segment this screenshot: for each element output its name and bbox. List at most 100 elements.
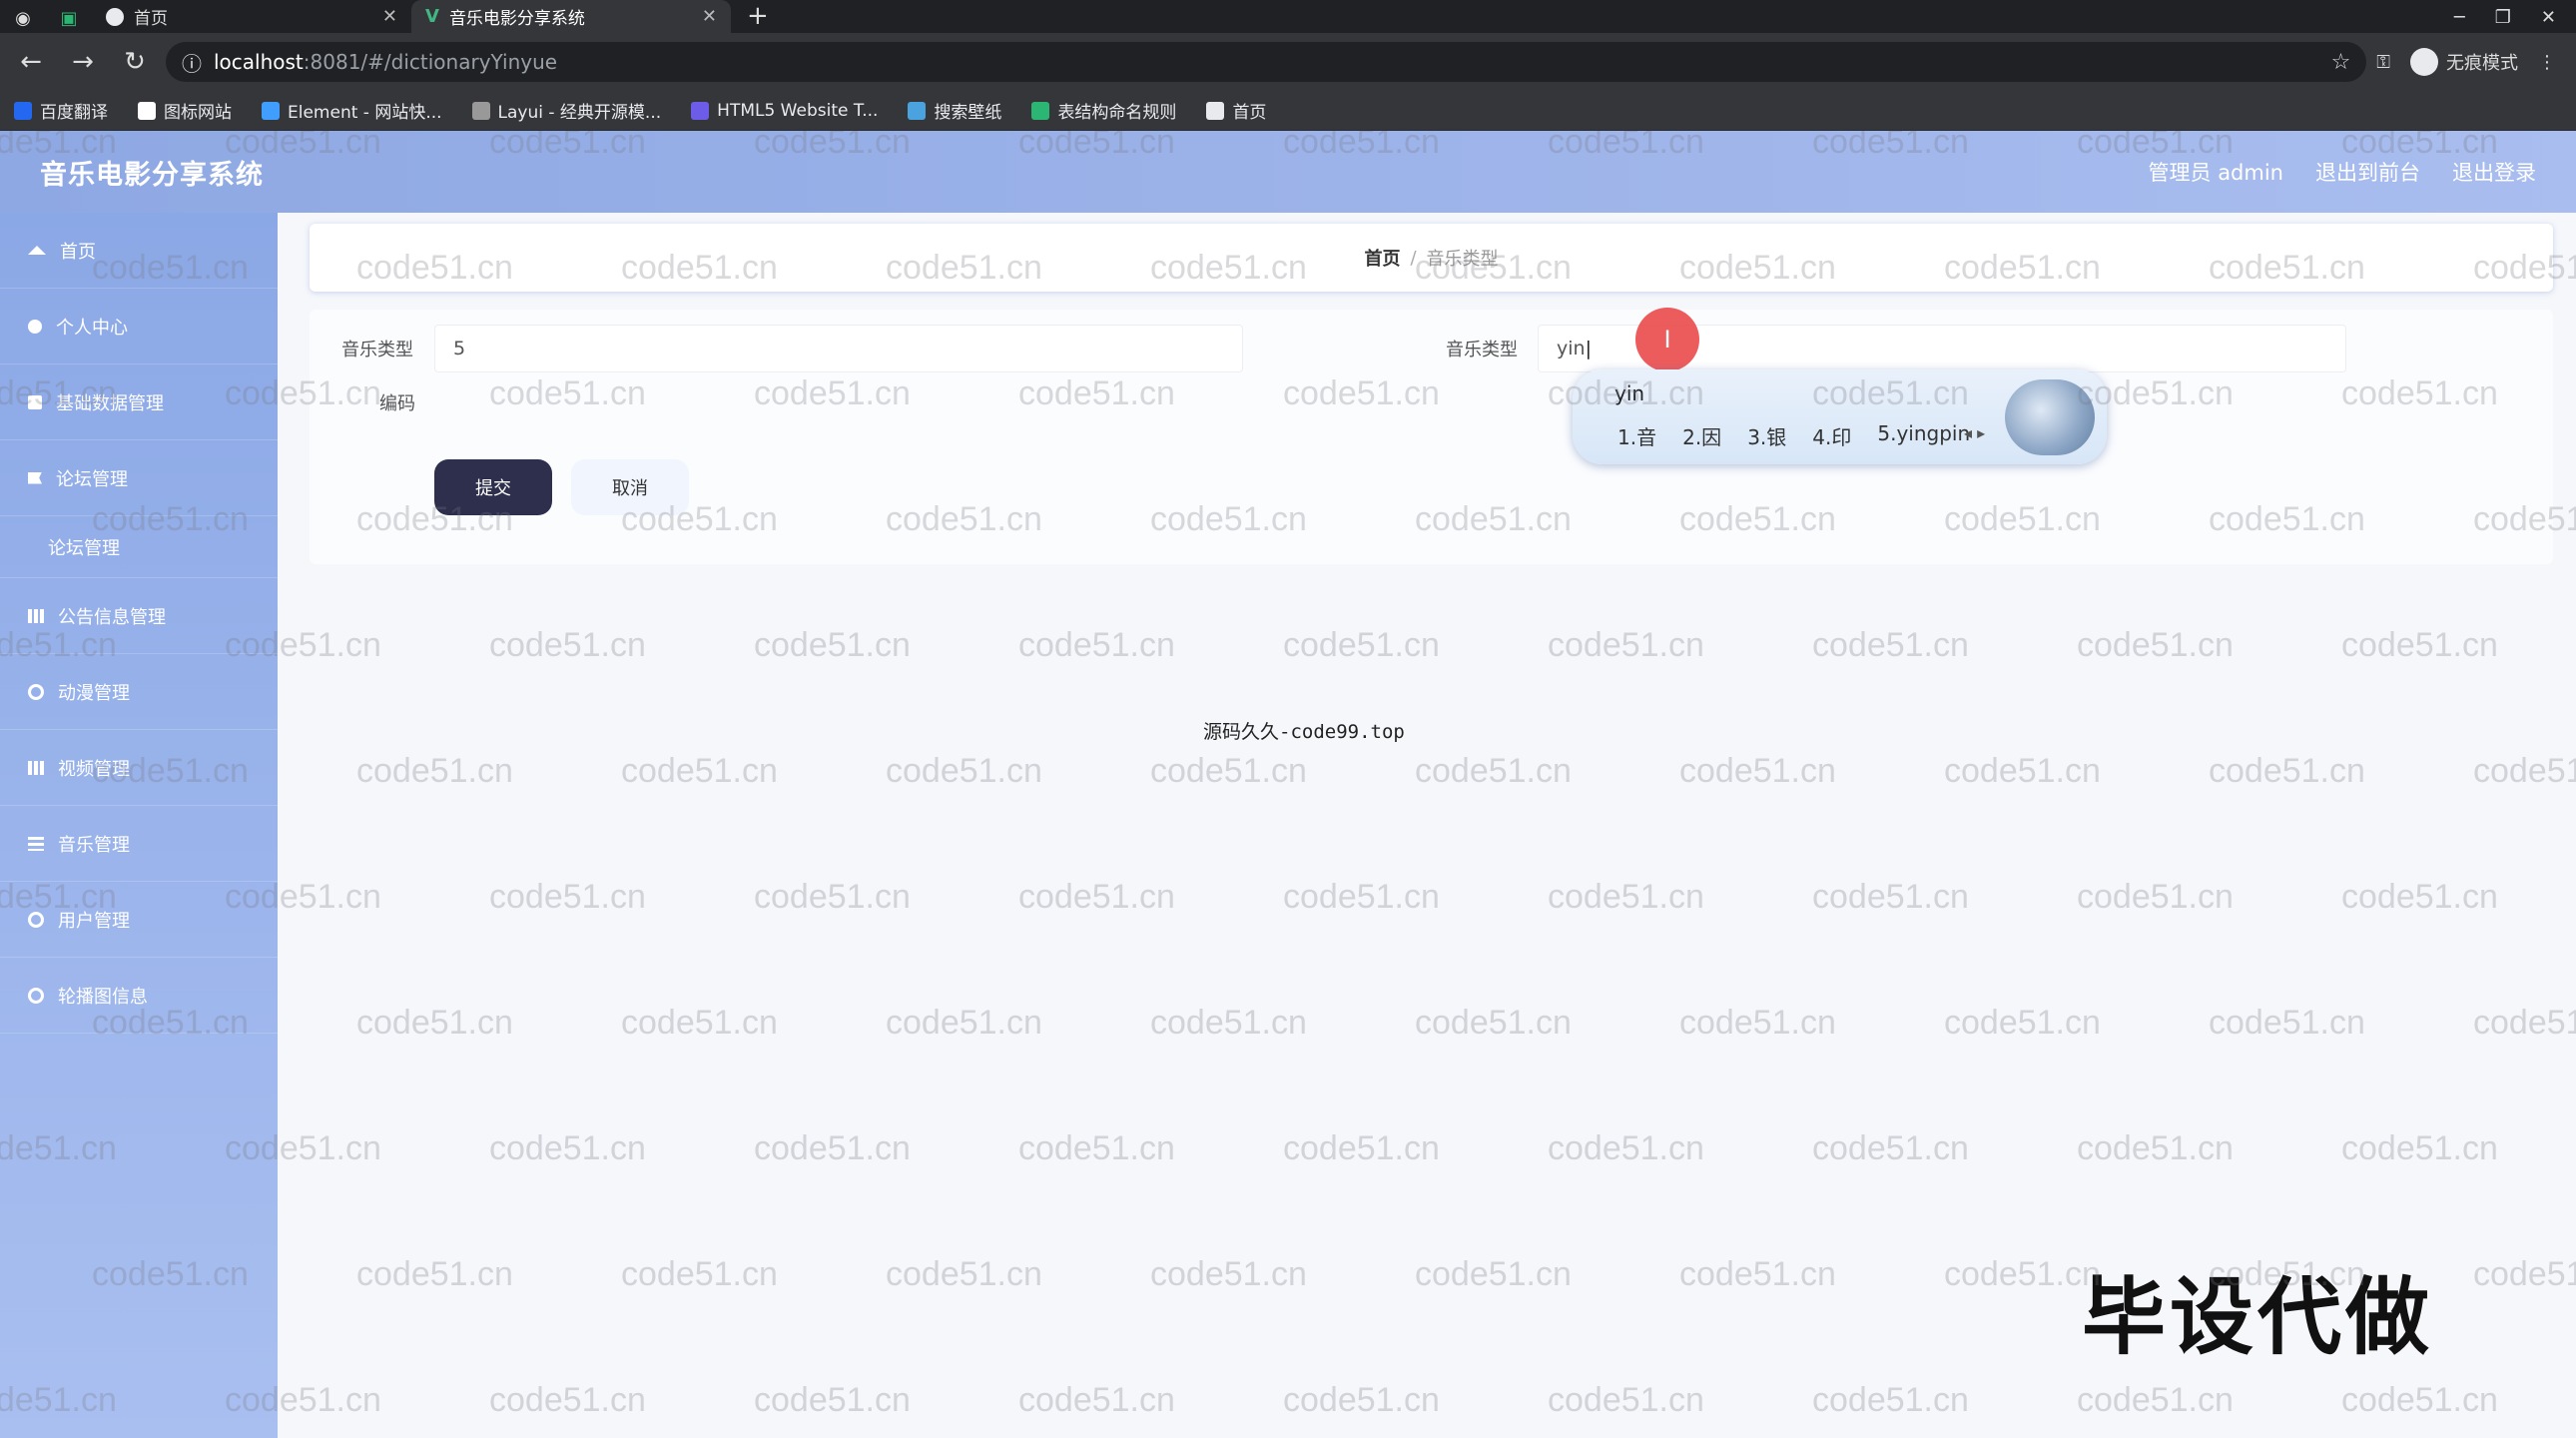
sidebar-item[interactable]: 论坛管理 (0, 440, 278, 516)
square-icon (28, 394, 42, 409)
bookmark-icon (691, 101, 710, 120)
sidebar-item-label: 视频管理 (58, 758, 130, 780)
key-icon[interactable]: ⚿ (2376, 52, 2390, 73)
bookmark-item[interactable]: 表结构命名规则 (1031, 98, 1176, 123)
watermark-text: code51.cn (1679, 752, 1836, 790)
bookmark-star-icon[interactable]: ☆ (2331, 50, 2351, 75)
forward-icon[interactable]: → (62, 41, 104, 83)
ime-candidate[interactable]: 1.音 (1617, 421, 1656, 450)
code-label: 音乐类型 (341, 340, 413, 360)
ime-composition: yin (1614, 381, 1645, 405)
watermark-text: code51.cn (1812, 878, 1969, 916)
url-path: :8081/#/dictionaryYinyue (303, 50, 558, 74)
sidebar-item[interactable]: 首页 (0, 213, 278, 289)
bookmark-label: Element - 网站快... (288, 103, 442, 123)
circle-icon (28, 987, 44, 1004)
watermark-text: code51.cn (1150, 752, 1307, 790)
watermark-text: code51.cn (1944, 1004, 2101, 1042)
bookmark-item[interactable]: 图标网站 (138, 98, 232, 123)
incognito-indicator[interactable]: 无痕模式 (2410, 48, 2518, 76)
bookmark-item[interactable]: Element - 网站快... (262, 98, 442, 123)
code-input[interactable]: 5 (434, 325, 1243, 372)
watermark-text: code51.cn (754, 626, 911, 664)
app-grid-icon[interactable]: ▣ (54, 3, 84, 33)
sidebar-item[interactable]: 用户管理 (0, 882, 278, 958)
watermark-text: code51.cn (1679, 1004, 1836, 1042)
source-text: 源码久久-code99.top (1203, 721, 1405, 743)
watermark-text: code51.cn (2473, 1004, 2576, 1042)
tab-home[interactable]: 首页 ✕ (92, 0, 411, 33)
watermark-text: code51.cn (1812, 626, 1969, 664)
sidebar-item[interactable]: 音乐管理 (0, 806, 278, 882)
watermark-text: code51.cn (2209, 1004, 2365, 1042)
close-window-icon[interactable]: ✕ (2541, 3, 2556, 33)
more-menu-icon[interactable]: ⋮ (2538, 52, 2556, 73)
bookmark-item[interactable]: 搜索壁纸 (908, 98, 1001, 123)
new-tab-button[interactable]: + (731, 0, 785, 33)
url-host: localhost (214, 50, 304, 74)
back-to-front-link[interactable]: 退出到前台 (2315, 157, 2420, 187)
watermark-text: code51.cn (356, 1255, 513, 1293)
sidebar-item-label: 轮播图信息 (58, 986, 148, 1008)
breadcrumb-home[interactable]: 首页 (1364, 245, 1400, 271)
minimize-icon[interactable]: ─ (2454, 3, 2465, 33)
bookmark-item[interactable]: 首页 (1206, 98, 1266, 123)
code-sub-label: 编码 (379, 393, 415, 414)
sidebar-item-label: 首页 (60, 241, 96, 263)
cancel-button[interactable]: 取消 (571, 459, 689, 515)
home-icon (28, 246, 46, 255)
restore-icon[interactable]: ❐ (2495, 3, 2511, 33)
flag-icon (28, 471, 42, 484)
sidebar-item[interactable]: 基础数据管理 (0, 364, 278, 440)
back-icon[interactable]: ← (10, 41, 52, 83)
incognito-label: 无痕模式 (2446, 53, 2518, 74)
sidebar-item[interactable]: 轮播图信息 (0, 958, 278, 1034)
bookmark-icon (471, 101, 490, 120)
reload-icon[interactable]: ↻ (114, 41, 156, 83)
browser-tools: ⚿ 无痕模式 ⋮ (2376, 48, 2566, 76)
ime-candidate[interactable]: 5.yingpin (1877, 421, 1970, 450)
bookmark-label: 表结构命名规则 (1057, 103, 1177, 123)
watermark-text: code51.cn (621, 1004, 778, 1042)
submit-button[interactable]: 提交 (434, 459, 552, 515)
sidebar-item-label: 基础数据管理 (56, 392, 164, 414)
sidebar-item[interactable]: 公告信息管理 (0, 578, 278, 654)
bookmark-label: 百度翻译 (40, 103, 108, 123)
close-icon[interactable]: ✕ (702, 6, 717, 27)
watermark-text: code51.cn (1944, 1255, 2101, 1293)
ime-candidate[interactable]: 2.因 (1682, 421, 1721, 450)
bookmark-item[interactable]: Layui - 经典开源模... (471, 98, 661, 123)
watermark-text: code51.cn (2077, 626, 2234, 664)
close-icon[interactable]: ✕ (382, 6, 397, 27)
watermark-text: code51.cn (2341, 626, 2498, 664)
watermark-text: code51.cn (2473, 752, 2576, 790)
watermark-text: code51.cn (2473, 1255, 2576, 1293)
ime-candidate[interactable]: 3.银 (1747, 421, 1786, 450)
bookmark-label: HTML5 Website T... (717, 100, 879, 121)
chrome-menu-icon[interactable]: ◉ (8, 3, 38, 33)
tab-music-system[interactable]: V 音乐电影分享系统 ✕ (411, 0, 731, 33)
corner-watermark: 毕设代做 (2082, 1268, 2434, 1366)
tab-label: 首页 (134, 9, 168, 29)
logout-link[interactable]: 退出登录 (2452, 157, 2536, 187)
incognito-icon (2410, 48, 2438, 76)
watermark-text: code51.cn (1548, 626, 1704, 664)
name-label: 音乐类型 (1446, 340, 1518, 360)
watermark-text: code51.cn (2341, 1129, 2498, 1167)
watermark-text: code51.cn (621, 1255, 778, 1293)
sidebar-subitem[interactable]: 论坛管理 (0, 516, 278, 578)
info-icon[interactable]: ⓘ (182, 48, 202, 77)
sidebar-item-label: 论坛管理 (56, 468, 128, 490)
sidebar-item[interactable]: 视频管理 (0, 730, 278, 806)
sidebar-item[interactable]: 个人中心 (0, 289, 278, 364)
sidebar-item[interactable]: 动漫管理 (0, 654, 278, 730)
bookmark-item[interactable]: HTML5 Website T... (691, 101, 878, 121)
url-input[interactable]: ⓘ localhost:8081/#/dictionaryYinyue ☆ (166, 42, 2367, 82)
ime-page-arrows[interactable]: ◂ ▸ (1964, 423, 1985, 442)
bookmarks-bar: 百度翻译 图标网站 Element - 网站快... Layui - 经典开源模...… (0, 91, 2576, 131)
bookmark-icon (1206, 101, 1225, 120)
ime-candidate[interactable]: 4.印 (1812, 421, 1851, 450)
watermark-text: code51.cn (356, 1004, 513, 1042)
bookmark-item[interactable]: 百度翻译 (14, 98, 108, 123)
watermark-text: code51.cn (1812, 1129, 1969, 1167)
